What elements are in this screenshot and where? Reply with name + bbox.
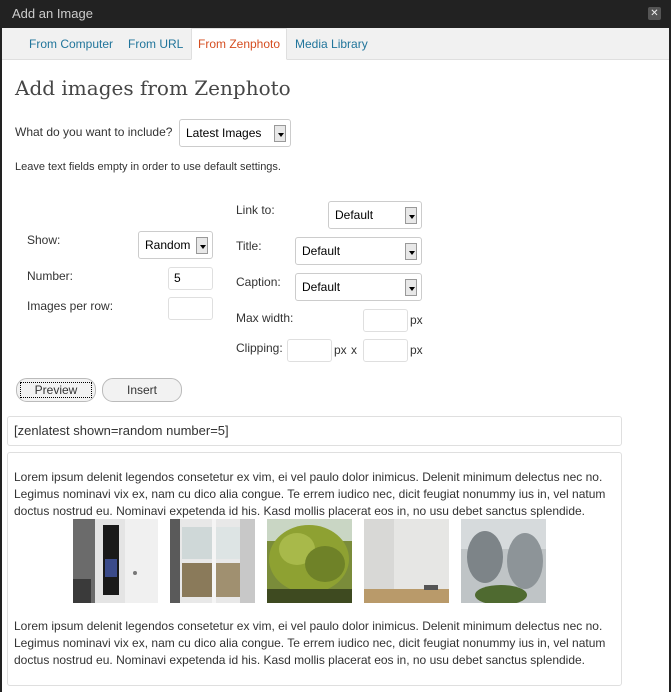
- number-input[interactable]: 5: [168, 267, 213, 290]
- dialog-frame-left: [0, 28, 2, 692]
- include-select[interactable]: Latest Images: [179, 119, 291, 147]
- clipping-separator: x: [351, 343, 357, 357]
- tab-media-library[interactable]: Media Library: [289, 31, 374, 58]
- page-title: Add images from Zenphoto: [15, 76, 291, 100]
- preview-text-top: Lorem ipsum delenit legendos consetetur …: [14, 470, 606, 518]
- chevron-down-icon: [405, 243, 417, 260]
- tab-from-url[interactable]: From URL: [122, 31, 189, 58]
- max-width-unit: px: [410, 313, 423, 327]
- thumbnail-statue[interactable]: [461, 519, 546, 603]
- link-to-label: Link to:: [236, 203, 275, 217]
- clipping-height-input[interactable]: [363, 339, 408, 362]
- max-width-label: Max width:: [236, 311, 294, 325]
- thumbnail-room-corner[interactable]: [364, 519, 449, 603]
- thumbnail-door[interactable]: [73, 519, 158, 603]
- chevron-down-icon: [196, 237, 208, 254]
- link-to-select-value: Default: [335, 208, 374, 222]
- show-label: Show:: [27, 233, 61, 247]
- preview-text-bottom: Lorem ipsum delenit legendos consetetur …: [14, 619, 606, 667]
- tab-bar: From Computer From URL From Zenphoto Med…: [2, 28, 669, 60]
- chevron-down-icon: [405, 279, 417, 296]
- caption-label: Caption:: [236, 275, 281, 289]
- thumbnail-tree[interactable]: [267, 519, 352, 603]
- max-width-input[interactable]: [363, 309, 408, 332]
- caption-select[interactable]: Default: [295, 273, 422, 301]
- clipping-label: Clipping:: [236, 341, 283, 355]
- tab-from-zenphoto[interactable]: From Zenphoto: [191, 28, 288, 60]
- preview-area: Lorem ipsum delenit legendos consetetur …: [7, 452, 622, 686]
- show-select-value: Random: [145, 238, 191, 252]
- chevron-down-icon: [405, 207, 417, 224]
- hint-text: Leave text fields empty in order to use …: [15, 161, 281, 173]
- include-label: What do you want to include?: [15, 125, 173, 139]
- clipping-unit: px: [334, 343, 347, 357]
- show-select[interactable]: Random: [138, 231, 213, 259]
- title-select-value: Default: [302, 244, 341, 258]
- title-select[interactable]: Default: [295, 237, 422, 265]
- tab-from-computer[interactable]: From Computer: [23, 31, 119, 58]
- clipping-unit-2: px: [410, 343, 423, 357]
- chevron-down-icon: [274, 125, 286, 142]
- number-label: Number:: [27, 269, 74, 283]
- clipping-width-input[interactable]: [287, 339, 332, 362]
- per-row-input[interactable]: [168, 297, 213, 320]
- close-icon[interactable]: ✕: [648, 7, 661, 20]
- shortcode-field[interactable]: [zenlatest shown=random number=5]: [7, 416, 622, 446]
- preview-button[interactable]: Preview: [16, 378, 96, 402]
- include-select-value: Latest Images: [186, 126, 262, 140]
- insert-button[interactable]: Insert: [102, 378, 182, 402]
- caption-select-value: Default: [302, 280, 341, 294]
- thumbnail-window[interactable]: [170, 519, 255, 603]
- link-to-select[interactable]: Default: [328, 201, 422, 229]
- dialog-title: Add an Image: [12, 6, 93, 21]
- title-label: Title:: [236, 239, 262, 253]
- preview-button-label: Preview: [19, 382, 93, 398]
- dialog-titlebar: Add an Image ✕: [0, 0, 671, 28]
- per-row-label: Images per row:: [27, 299, 114, 313]
